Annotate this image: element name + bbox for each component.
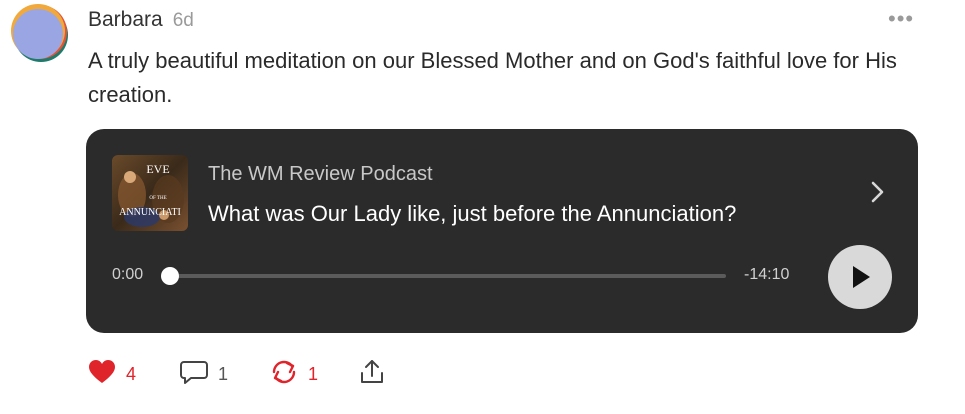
cover-title-bottom: ANNUNCIATI xyxy=(119,207,181,218)
reply-button[interactable]: 1 xyxy=(180,356,228,392)
progress-track[interactable] xyxy=(161,267,726,285)
episode-title[interactable]: What was Our Lady like, just before the … xyxy=(208,201,736,227)
podcast-cover-image[interactable]: EVE OF THE ANNUNCIATI xyxy=(112,155,188,231)
avatar[interactable] xyxy=(10,4,68,62)
comment-age[interactable]: 6d xyxy=(173,10,194,32)
comment-header: Barbara 6d xyxy=(88,8,194,32)
restack-button[interactable]: 1 xyxy=(270,356,318,392)
podcast-player-card[interactable]: EVE OF THE ANNUNCIATI The WM Review Podc… xyxy=(86,129,918,333)
author-name[interactable]: Barbara xyxy=(88,8,163,32)
share-icon xyxy=(358,358,386,391)
play-button[interactable] xyxy=(828,245,892,309)
chevron-right-icon[interactable] xyxy=(866,177,890,207)
podcast-name[interactable]: The WM Review Podcast xyxy=(208,163,433,186)
progress-knob[interactable] xyxy=(161,267,179,285)
cover-title-top: EVE xyxy=(146,162,169,176)
like-count: 4 xyxy=(126,363,137,384)
current-time: 0:00 xyxy=(112,266,144,283)
cover-title-mid: OF THE xyxy=(149,196,166,201)
like-button[interactable]: 4 xyxy=(88,356,136,392)
play-icon xyxy=(853,266,870,288)
share-button[interactable] xyxy=(358,356,386,392)
more-icon[interactable]: ••• xyxy=(888,8,914,30)
reply-count: 1 xyxy=(218,363,229,384)
heart-icon xyxy=(88,359,116,390)
comment-text: A truly beautiful meditation on our Bles… xyxy=(88,48,897,107)
remaining-time: -14:10 xyxy=(744,266,790,283)
restack-icon xyxy=(270,359,298,390)
restack-count: 1 xyxy=(308,363,319,384)
comment-icon xyxy=(180,359,208,390)
